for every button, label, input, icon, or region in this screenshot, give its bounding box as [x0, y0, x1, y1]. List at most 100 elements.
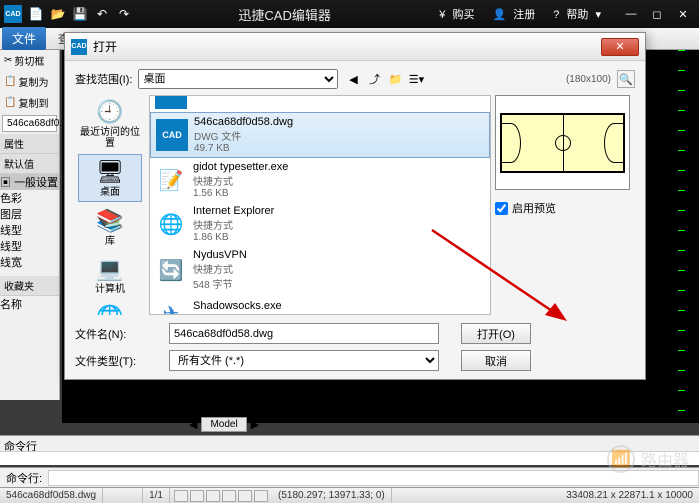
status-toggle-icons — [170, 490, 272, 502]
enable-preview-checkbox[interactable]: 启用预览 — [495, 200, 635, 216]
place-desktop[interactable]: 🖥 桌面 — [78, 154, 142, 202]
file-item[interactable]: 🌐 Internet Explorer 快捷方式 1.86 KB — [150, 202, 490, 246]
command-input[interactable] — [48, 470, 699, 486]
up-icon[interactable]: ⤴ — [365, 70, 383, 88]
buy-link[interactable]: ¥ 购买 — [435, 4, 482, 24]
preview-checkbox-input[interactable] — [495, 202, 508, 215]
copy-to-button[interactable]: 📋 复制到 — [0, 92, 59, 113]
file-item[interactable]: 📝 gidot typesetter.exe 快捷方式 1.56 KB — [150, 158, 490, 202]
snap-toggle-icon[interactable] — [174, 490, 188, 502]
file-name: Shadowsocks.exe — [193, 300, 282, 312]
status-zoom: 33408.21 x 22871.1 x 10000 — [560, 490, 699, 501]
quick-access-toolbar: 📄 📂 💾 ↶ ↷ — [26, 4, 134, 24]
polar-toggle-icon[interactable] — [222, 490, 236, 502]
left-panel: ✂ 剪切框 📋 复制为 📋 复制到 546ca68df0... 属性 默认值 ▣… — [0, 50, 60, 400]
new-folder-icon[interactable]: 📁 — [386, 70, 404, 88]
cad-file-icon: CAD — [155, 95, 187, 109]
ie-icon: 🌐 — [155, 208, 187, 240]
lookin-label: 查找范围(I): — [75, 71, 132, 87]
command-line-row: 命令行: — [0, 467, 699, 487]
tab-prev-icon[interactable]: ◀ — [185, 418, 201, 431]
back-icon[interactable]: ◀ — [344, 70, 362, 88]
file-size: 1.56 KB — [193, 188, 288, 199]
titlebar: CAD 📄 📂 💾 ↶ ↷ 迅捷CAD编辑器 ¥ 购买 👤 注册 ? 帮助 ▾ … — [0, 0, 699, 28]
tab-next-icon[interactable]: ▶ — [247, 418, 263, 431]
dialog-titlebar: CAD 打开 ✕ — [65, 33, 645, 61]
file-name: 546ca68df0d58.dwg — [194, 116, 293, 128]
cut-button[interactable]: ✂ 剪切框 — [0, 50, 59, 71]
filetype-combo[interactable]: 所有文件 (*.*) — [169, 350, 439, 371]
place-label: 桌面 — [100, 187, 120, 198]
qat-new-icon[interactable]: 📄 — [26, 4, 46, 24]
search-icon[interactable]: 🔍 — [617, 70, 635, 88]
file-menu[interactable]: 文件 — [2, 27, 46, 50]
file-name: Internet Explorer — [193, 205, 274, 217]
favorites-name: 名称 — [0, 296, 59, 312]
file-item[interactable]: ✈ Shadowsocks.exe 快捷方式 — [150, 294, 490, 315]
file-type: 快捷方式 — [193, 312, 282, 316]
model-tab[interactable]: Model — [201, 417, 246, 432]
qat-save-icon[interactable]: 💾 — [70, 4, 90, 24]
qat-open-icon[interactable]: 📂 — [48, 4, 68, 24]
file-type: 快捷方式 — [193, 261, 247, 276]
close-button[interactable]: ✕ — [671, 5, 695, 23]
qat-undo-icon[interactable]: ↶ — [92, 4, 112, 24]
prop-linetype2[interactable]: 线型 — [0, 238, 59, 254]
recent-icon: 🕘 — [94, 98, 126, 126]
app-title: 迅捷CAD编辑器 — [134, 5, 435, 24]
defaults-header[interactable]: 默认值 — [0, 154, 59, 174]
cancel-button[interactable]: 取消 — [461, 350, 531, 371]
place-recent[interactable]: 🕘 最近访问的位置 — [78, 95, 142, 152]
command-history[interactable] — [0, 451, 699, 465]
place-library[interactable]: 📚 库 — [78, 204, 142, 250]
general-section[interactable]: ▣ 一般设置 — [0, 174, 59, 190]
file-name: gidot typesetter.exe — [193, 161, 288, 173]
file-name: NydusVPN — [193, 249, 247, 261]
app-icon: CAD — [4, 5, 22, 23]
views-icon[interactable]: ☰▾ — [407, 70, 425, 88]
filename-input[interactable] — [169, 323, 439, 344]
vpn-icon: 🔄 — [155, 254, 187, 286]
document-tab[interactable]: 546ca68df0... — [2, 115, 57, 132]
preview-panel: 启用预览 — [495, 95, 635, 315]
place-computer[interactable]: 💻 计算机 — [78, 252, 142, 298]
qat-redo-icon[interactable]: ↷ — [114, 4, 134, 24]
file-type: 快捷方式 — [193, 173, 288, 188]
prop-linetype[interactable]: 线型 — [0, 222, 59, 238]
lookin-combo[interactable]: 桌面 — [138, 69, 338, 89]
place-network[interactable]: 🌐 网络 — [78, 300, 142, 315]
place-label: 库 — [105, 236, 115, 247]
help-link[interactable]: ? 帮助 ▾ — [549, 4, 605, 24]
file-item[interactable]: CAD 1.02 KB — [150, 95, 490, 112]
grid-toggle-icon[interactable] — [190, 490, 204, 502]
copy-as-button[interactable]: 📋 复制为 — [0, 71, 59, 92]
preview-checkbox-label: 启用预览 — [512, 200, 556, 216]
maximize-button[interactable]: ◻ — [645, 5, 669, 23]
open-dialog: CAD 打开 ✕ 查找范围(I): 桌面 ◀ ⤴ 📁 ☰▾ (180x100) … — [64, 32, 646, 380]
open-button[interactable]: 打开(O) — [461, 323, 531, 344]
prop-lineweight[interactable]: 线宽 — [0, 254, 59, 270]
favorites-header: 收藏夹 — [0, 276, 59, 296]
preview-thumbnail — [495, 95, 630, 190]
osnap-toggle-icon[interactable] — [238, 490, 252, 502]
dialog-title-text: 打开 — [93, 38, 601, 55]
file-type: 快捷方式 — [193, 217, 274, 232]
otrack-toggle-icon[interactable] — [254, 490, 268, 502]
place-label: 最近访问的位置 — [80, 127, 140, 149]
file-item[interactable]: 🔄 NydusVPN 快捷方式 548 字节 — [150, 246, 490, 294]
file-size: 1.86 KB — [193, 232, 274, 243]
file-list[interactable]: CAD 1.02 KB CAD 546ca68df0d58.dwg DWG 文件… — [149, 95, 491, 315]
prop-layer[interactable]: 图层 — [0, 206, 59, 222]
desktop-icon: 🖥 — [94, 158, 126, 186]
status-filename: 546ca68df0d58.dwg — [0, 488, 103, 503]
filename-label: 文件名(N): — [75, 326, 161, 342]
minimize-button[interactable]: — — [619, 5, 643, 23]
prop-color[interactable]: 色彩 — [0, 190, 59, 206]
preview-drawing — [500, 113, 625, 173]
file-size: 548 字节 — [193, 276, 247, 291]
file-item-selected[interactable]: CAD 546ca68df0d58.dwg DWG 文件 49.7 KB — [150, 112, 490, 158]
dialog-close-button[interactable]: ✕ — [601, 38, 639, 56]
command-prompt-label: 命令行: — [0, 470, 48, 486]
ortho-toggle-icon[interactable] — [206, 490, 220, 502]
register-link[interactable]: 👤 注册 — [488, 4, 543, 24]
